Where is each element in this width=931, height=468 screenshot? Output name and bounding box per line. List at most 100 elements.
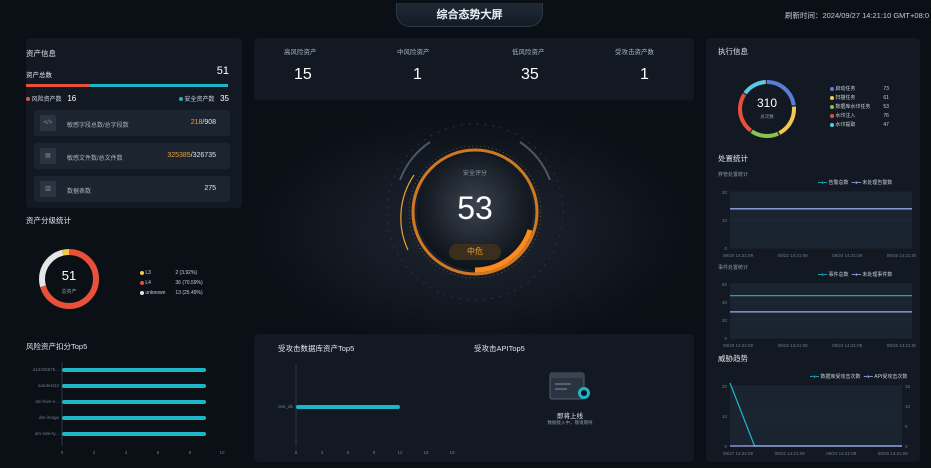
safe-dot-icon (178, 97, 183, 102)
line-marker-icon: ━●━ (851, 180, 861, 186)
x-tick-label: 18 (449, 450, 455, 455)
score-value: 53 (457, 190, 493, 226)
refresh-time: 刷新时间：2024/09/27 14:21:10 GMT+08:0 (784, 11, 929, 20)
y-tick-label: 0 (724, 444, 727, 449)
kpi-medium-value: 1 (413, 66, 422, 83)
y-right-tick-label: 15 (905, 384, 911, 389)
api-top5-title: 受攻击APITop5 (474, 344, 525, 353)
sensitive-files-row: ▤ 敏感文件数/总文件数 325385/326735 (34, 143, 230, 169)
classify-legend-l3: L3 2 (3.92%) (140, 270, 197, 276)
sensitive-files-value: 325385/326735 (167, 152, 216, 159)
x-tick-label: 09/24 14:21:09 (832, 343, 863, 348)
safe-assets-value: 35 (220, 94, 229, 103)
exec-legend-name: 水印注入 (835, 113, 856, 119)
y-right-tick-label: 0 (905, 444, 908, 449)
exec-legend-value: 61 (883, 95, 889, 101)
y-tick-label: 20 (722, 318, 728, 323)
x-tick-label: 6 (347, 450, 350, 455)
page-title: 综合态势大屏 (396, 3, 543, 27)
line-marker-icon: ━●━ (851, 272, 861, 278)
kpi-medium-label: 中风险资产 (397, 49, 430, 56)
risk-bar (62, 368, 206, 372)
total-assets-label: 资产总数 (26, 72, 52, 79)
risk-assets-label: 风险资产数 (31, 97, 62, 103)
risk-dot-icon (26, 97, 30, 102)
x-tick-label: 0 (61, 450, 64, 455)
exec-legend-item: 水印注入 76 (830, 112, 889, 119)
threat-chart: 0 10 20 0 5 10 15 09/27 14:21:09 09/22 14:21:09 0… (722, 382, 911, 456)
exec-total-label: 总次数 (760, 114, 774, 119)
classify-total-label: 总资产 (61, 289, 77, 295)
legend-dot-icon (830, 113, 834, 118)
api-empty-sub: 数据接入中，敬请期待 (547, 420, 593, 425)
y-tick-label: 0 (724, 336, 727, 341)
category-label: dm-hive-n... (35, 399, 59, 404)
event-legend: ━●━ 事件总数 ━●━ 未处理事件数 (818, 272, 893, 278)
risk-bar (26, 84, 90, 87)
kpi-high-label: 高风险资产 (284, 49, 317, 56)
x-tick-label: 09/20 14:21:09 (723, 343, 754, 348)
category-label: test_db (278, 404, 293, 409)
x-tick-label: 3 (321, 450, 324, 455)
x-tick-label: 09/24 14:21:09 (826, 451, 857, 456)
top-bar: 综合态势大屏 刷新时间：2024/09/27 14:21:10 GMT+08:0 (0, 0, 931, 28)
line-marker-icon: ━●━ (818, 180, 828, 186)
x-tick-label: 09/24 14:21:09 (832, 253, 863, 258)
score-level-badge: 中危 (449, 244, 501, 260)
sensitive-fields-label: 敏感字段总数/总字段数 (67, 123, 129, 129)
alert-chart: 0 10 20 09/20 14:21:09 09/22 14:21:09 09/24 1… (722, 190, 916, 258)
legend-dot-icon (830, 122, 834, 127)
handle-title: 处置统计 (718, 154, 748, 163)
asset-info-title: 资产信息 (26, 49, 56, 58)
db-top5-title: 受攻击数据库资产Top5 (278, 344, 355, 353)
exec-legend-value: 73 (883, 86, 889, 92)
exec-legend-value: 76 (883, 113, 889, 119)
api-empty-title: 即将上线 (557, 413, 583, 420)
safe-bar (90, 84, 228, 87)
threat-title: 威胁趋势 (718, 354, 748, 363)
data-tables-value: 275 (204, 185, 216, 192)
x-tick-label: 09/22 14:21:09 (778, 253, 809, 258)
exec-legend-name: 数据库水印任务 (835, 104, 871, 110)
risk-assets: 风险资产数 16 (26, 94, 76, 103)
x-tick-label: 15 (423, 450, 429, 455)
x-tick-label: 12 (397, 450, 403, 455)
risk-bar (62, 416, 206, 420)
x-tick-label: 10 (219, 450, 225, 455)
x-tick-label: 09/20 14:21:09 (723, 253, 754, 258)
plot-area (730, 284, 912, 338)
exec-legend-name: 水印提取 (835, 122, 856, 128)
safe-assets-label: 安全资产数 (184, 97, 215, 103)
risk-bar (62, 432, 206, 436)
line-marker-icon: ━●━ (810, 374, 820, 380)
y-tick-label: 60 (722, 282, 728, 287)
db-top5-chart: 0 3 6 9 12 15 18 test_db (278, 364, 455, 455)
y-tick-label: 10 (722, 414, 728, 419)
legend-dot-icon (830, 104, 834, 109)
safe-assets: 安全资产数 35 (178, 94, 229, 103)
x-tick-label: 9 (373, 450, 376, 455)
data-tables-row: ▥ 数据表数 275 (34, 176, 230, 202)
category-label: dm-image (39, 415, 60, 420)
risk-bar (62, 384, 206, 388)
classify-title: 资产分级统计 (26, 216, 71, 225)
alert-legend: ━●━ 告警总数 ━●━ 未处理告警数 (818, 180, 893, 186)
classify-legend-l4: L4 36 (70.59%) (140, 280, 203, 286)
x-tick-label: 09/22 14:21:09 (778, 343, 809, 348)
data-tables-label: 数据表数 (67, 189, 92, 195)
sensitive-fields-value: 218/908 (190, 119, 216, 126)
category-label: autotest12 (38, 383, 60, 388)
risk-top5-title: 风险资产扣分Top5 (26, 342, 88, 351)
x-tick-label: 6 (157, 450, 160, 455)
kpi-attacked-label: 受攻击资产数 (615, 49, 654, 56)
exec-legend-name: 扫描任务 (835, 95, 856, 101)
y-tick-label: 10 (722, 218, 728, 223)
score-label: 安全评分 (462, 171, 487, 177)
line-marker-icon: ━●━ (818, 272, 828, 278)
y-right-tick-label: 10 (905, 404, 911, 409)
legend-dot-icon (140, 290, 144, 295)
exec-total: 310 (756, 96, 778, 110)
x-tick-label: 09/27 14:21:09 (723, 451, 754, 456)
kpi-attacked-value: 1 (640, 66, 649, 83)
kpi-high-value: 15 (294, 66, 312, 83)
